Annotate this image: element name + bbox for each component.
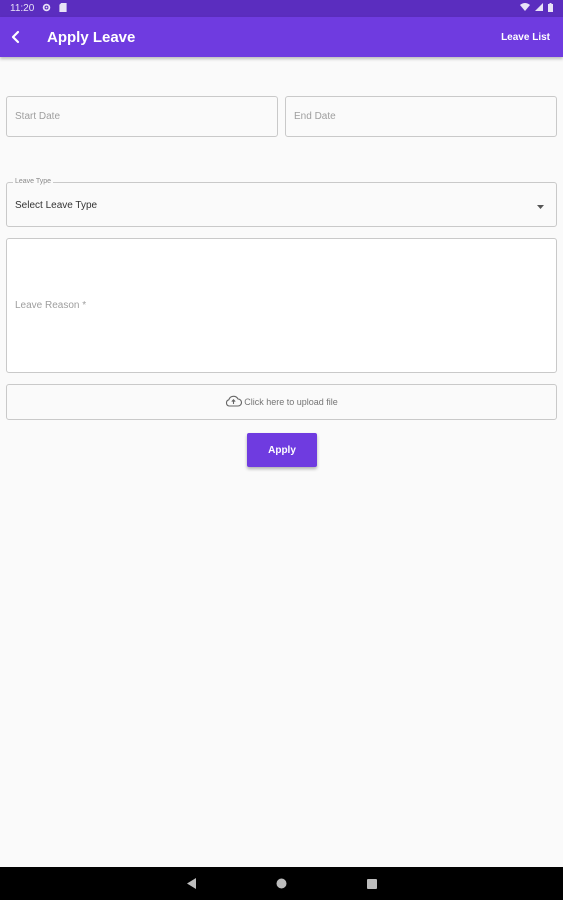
- system-nav-bar: [0, 867, 563, 900]
- signal-icon: [535, 3, 543, 14]
- recents-square-icon[interactable]: [362, 874, 382, 894]
- leave-type-select[interactable]: Leave Type Select Leave Type: [6, 178, 557, 227]
- page-title: Apply Leave: [47, 28, 136, 46]
- status-time: 11:20: [10, 3, 35, 14]
- leave-type-label: Leave Type: [13, 178, 54, 185]
- leave-reason-field[interactable]: Leave Reason *: [6, 238, 557, 373]
- status-bar: 11:20: [0, 0, 563, 17]
- home-circle-icon[interactable]: [272, 874, 292, 894]
- back-triangle-icon[interactable]: [182, 874, 202, 894]
- wifi-icon: [520, 3, 530, 14]
- start-date-field[interactable]: Start Date: [6, 96, 278, 137]
- leave-type-value: Select Leave Type: [15, 200, 98, 211]
- battery-icon: [548, 2, 553, 15]
- apply-button[interactable]: Apply: [247, 433, 317, 467]
- gear-icon: [42, 3, 51, 15]
- leave-list-button[interactable]: Leave List: [501, 32, 550, 43]
- leave-reason-placeholder: Leave Reason *: [15, 300, 87, 311]
- end-date-placeholder: End Date: [294, 111, 336, 122]
- sd-card-icon: [59, 2, 67, 15]
- cloud-upload-icon: [225, 395, 243, 409]
- upload-file-button[interactable]: Click here to upload file: [6, 384, 557, 420]
- start-date-placeholder: Start Date: [15, 111, 61, 122]
- back-arrow-icon[interactable]: [0, 17, 36, 57]
- app-bar: Apply Leave Leave List: [0, 17, 563, 57]
- dropdown-arrow-icon: [537, 202, 544, 213]
- upload-label: Click here to upload file: [244, 397, 338, 407]
- end-date-field[interactable]: End Date: [285, 96, 557, 137]
